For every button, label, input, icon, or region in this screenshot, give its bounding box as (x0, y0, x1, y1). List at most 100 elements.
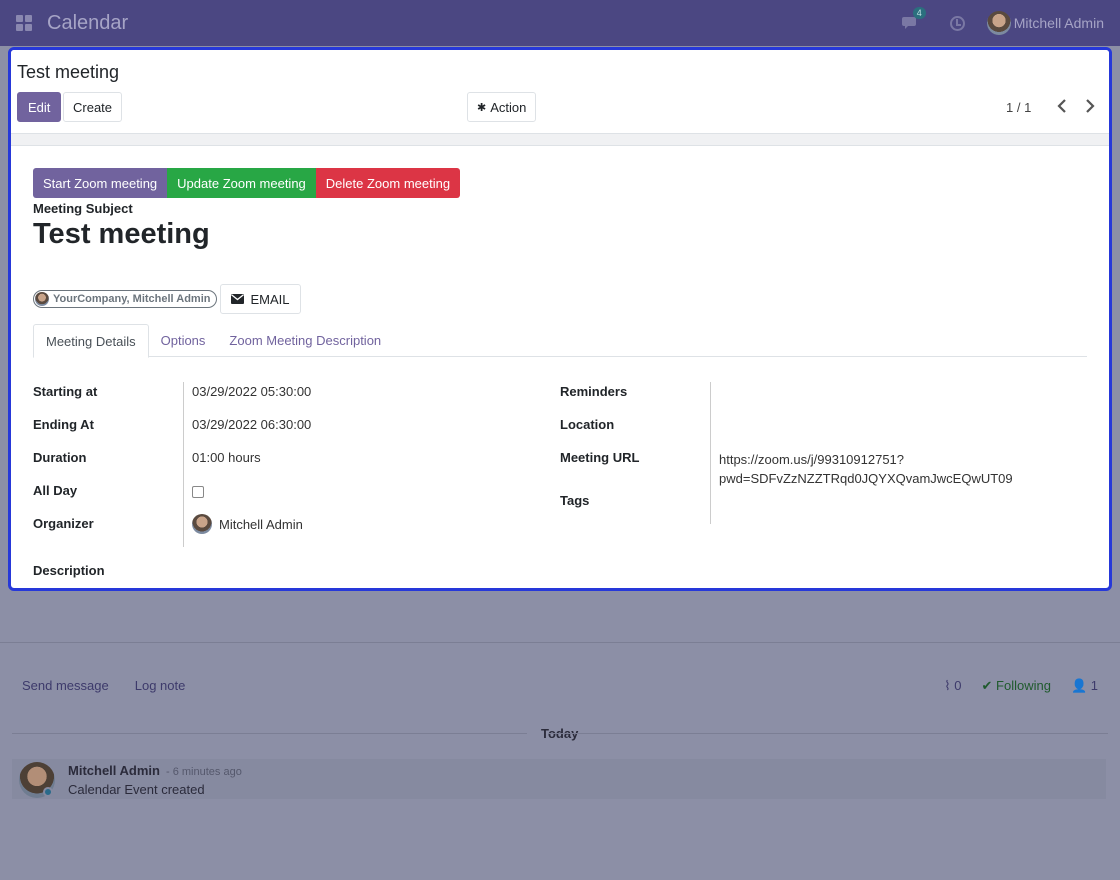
reminders-label: Reminders (560, 384, 628, 399)
form-separator (11, 134, 1109, 146)
control-panel: Test meeting Edit Create ✱ Action 1 / 1 (11, 50, 1109, 134)
pager-previous-button[interactable] (1054, 98, 1070, 114)
all-day-value (183, 481, 533, 514)
gear-icon: ✱ (477, 101, 487, 114)
followers-button[interactable]: 👤 1 (1071, 678, 1098, 694)
starting-at-value: 03/29/2022 05:30:00 (183, 382, 533, 415)
tags-value (710, 491, 1090, 524)
activity-clock-icon[interactable] (949, 15, 965, 31)
envelope-icon (231, 294, 245, 304)
user-menu[interactable]: Mitchell Admin (986, 11, 1104, 35)
tab-options[interactable]: Options (149, 324, 218, 357)
form-tabs: Meeting Details Options Zoom Meeting Des… (33, 324, 1087, 358)
navbar-systray: 4 Mitchell Admin (901, 0, 1104, 46)
field-ending-at: Ending At 03/29/2022 06:30:00 (33, 415, 533, 448)
description-label: Description (33, 563, 105, 578)
action-button[interactable]: ✱ Action (467, 92, 537, 122)
field-organizer: Organizer Mitchell Admin (33, 514, 533, 547)
meeting-subject-label: Meeting Subject (33, 201, 133, 216)
start-zoom-meeting-button[interactable]: Start Zoom meeting (33, 168, 168, 198)
event-form-dialog: Test meeting Edit Create ✱ Action 1 / 1 … (8, 47, 1112, 591)
create-button[interactable]: Create (63, 92, 123, 122)
all-day-label: All Day (33, 483, 78, 498)
attachments-count: 0 (954, 678, 962, 693)
separator-line-right (548, 733, 1108, 734)
field-starting-at: Starting at 03/29/2022 05:30:00 (33, 382, 533, 415)
email-button[interactable]: EMAIL (220, 284, 301, 314)
ending-at-label: Ending At (33, 417, 94, 432)
user-avatar (986, 11, 1011, 35)
chatter-topbar-right: ⌇ 0 ✔ Following 👤 1 (944, 678, 1098, 694)
details-right-group: Reminders Location Meeting URL https://z… (560, 382, 1090, 524)
field-all-day: All Day (33, 481, 533, 514)
organizer-value: Mitchell Admin (183, 514, 533, 547)
meeting-subject: Test meeting (33, 218, 210, 250)
attendee-avatar (35, 292, 49, 306)
duration-value: 01:00 hours (183, 448, 533, 481)
online-status-icon (43, 787, 53, 797)
organizer-label: Organizer (33, 516, 94, 531)
duration-label: Duration (33, 450, 87, 465)
reminders-value (710, 382, 1090, 415)
form-sheet: Start Zoom meeting Update Zoom meeting D… (11, 146, 1109, 578)
action-label: Action (490, 99, 527, 115)
following-label: Following (996, 678, 1051, 693)
organizer-name[interactable]: Mitchell Admin (219, 517, 303, 532)
zoom-button-group: Start Zoom meeting Update Zoom meeting D… (33, 168, 1087, 198)
field-tags: Tags (560, 491, 1090, 524)
field-duration: Duration 01:00 hours (33, 448, 533, 481)
pager-next-button[interactable] (1082, 98, 1098, 114)
apps-menu-icon[interactable] (16, 15, 32, 31)
meeting-url-label: Meeting URL (560, 450, 640, 465)
send-message-button[interactable]: Send message (22, 678, 109, 693)
meeting-url-value[interactable]: https://zoom.us/j/99310912751? pwd=SDFvZ… (710, 448, 1090, 491)
messaging-icon[interactable]: 4 (901, 7, 926, 31)
date-separator: Today (12, 726, 1108, 742)
messaging-badge: 4 (912, 7, 926, 19)
ending-at-value: 03/29/2022 06:30:00 (183, 415, 533, 448)
message-author[interactable]: Mitchell Admin (68, 763, 160, 778)
starting-at-label: Starting at (33, 384, 98, 399)
attendee-tag[interactable]: YourCompany, Mitchell Admin (33, 290, 218, 308)
field-meeting-url: Meeting URL https://zoom.us/j/9931091275… (560, 448, 1090, 491)
field-location: Location (560, 415, 1090, 448)
chatter-actions: Send message Log note (22, 678, 185, 693)
delete-zoom-meeting-button[interactable]: Delete Zoom meeting (315, 168, 461, 198)
email-label: EMAIL (250, 291, 290, 307)
chatter-message: Mitchell Admin - 6 minutes ago Calendar … (12, 759, 1106, 799)
tab-meeting-details[interactable]: Meeting Details (33, 324, 149, 358)
background-form-bottom (0, 591, 1120, 643)
message-time: - 6 minutes ago (166, 766, 242, 778)
chevron-left-icon (1057, 99, 1066, 113)
field-reminders: Reminders (560, 382, 1090, 415)
tags-label: Tags (560, 493, 590, 508)
meeting-url-line-2: pwd=SDFvZzNZZTRqd0JQYXQvamJwcEQwUT09 (719, 471, 1013, 486)
pager-counter[interactable]: 1 / 1 (1006, 100, 1031, 115)
attendee-name: YourCompany, Mitchell Admin (53, 293, 211, 305)
chevron-right-icon (1086, 99, 1095, 113)
attendees-row: YourCompany, Mitchell Admin EMAIL (33, 284, 301, 314)
update-zoom-meeting-button[interactable]: Update Zoom meeting (167, 168, 316, 198)
all-day-checkbox[interactable] (192, 486, 204, 498)
location-label: Location (560, 417, 615, 432)
meeting-url-line-1: https://zoom.us/j/99310912751? (719, 452, 905, 467)
following-button[interactable]: ✔ Following (982, 678, 1051, 694)
details-left-group: Starting at 03/29/2022 05:30:00 Ending A… (33, 382, 533, 547)
tab-zoom-meeting-description[interactable]: Zoom Meeting Description (217, 324, 393, 357)
check-icon: ✔ (981, 678, 993, 693)
edit-button[interactable]: Edit (17, 92, 62, 122)
paperclip-icon: ⌇ (944, 678, 951, 693)
attachments-button[interactable]: ⌇ 0 (944, 678, 961, 694)
log-note-button[interactable]: Log note (135, 678, 186, 693)
top-navbar: Calendar 4 Mitchell Admin (0, 0, 1120, 46)
separator-line-left (12, 733, 527, 734)
user-icon: 👤 (1070, 678, 1088, 693)
app-title[interactable]: Calendar (47, 12, 128, 35)
followers-count: 1 (1090, 678, 1098, 693)
organizer-avatar (192, 514, 212, 534)
message-body: Calendar Event created (68, 782, 205, 797)
chatter: Send message Log note ⌇ 0 ✔ Following 👤 … (0, 656, 1120, 880)
location-value (710, 415, 1090, 448)
user-name: Mitchell Admin (1013, 15, 1104, 31)
breadcrumb: Test meeting (17, 62, 120, 82)
